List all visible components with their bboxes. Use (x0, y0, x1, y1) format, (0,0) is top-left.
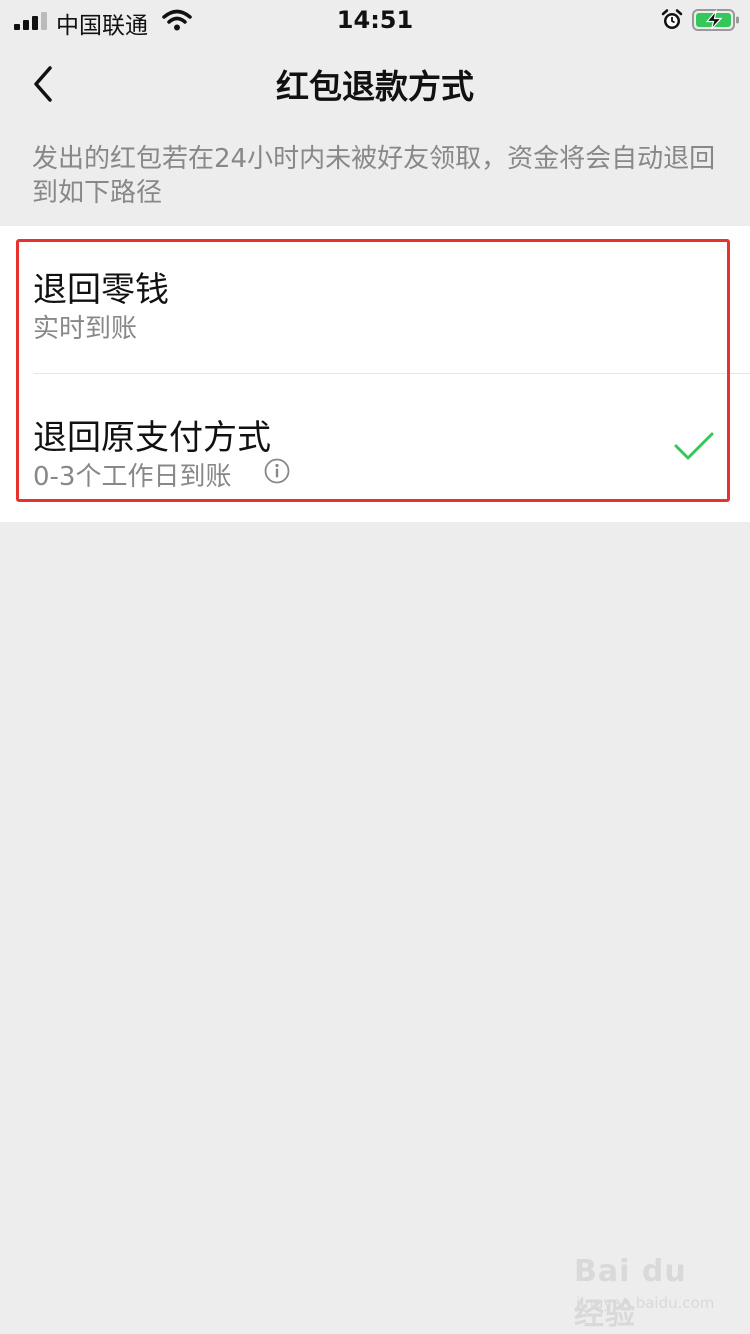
option-title: 退回零钱 (33, 270, 169, 310)
baidu-jingyan-watermark: Bai du 经验 jingyan.baidu.com (574, 1254, 715, 1332)
option-title: 退回原支付方式 (33, 418, 271, 458)
option-return-to-balance[interactable]: 退回零钱 实时到账 (0, 226, 750, 374)
battery-charging-icon (692, 8, 739, 31)
refund-description: 发出的红包若在24小时内未被好友领取，资金将会自动退回到如下路径 (32, 144, 716, 208)
info-icon[interactable] (264, 458, 290, 484)
option-return-to-original-payment[interactable]: 退回原支付方式 0-3个工作日到账 (0, 374, 750, 522)
option-subtitle: 0-3个工作日到账 (33, 462, 232, 492)
navigation-bar: 红包退款方式 (0, 44, 750, 128)
option-subtitle: 实时到账 (33, 314, 138, 344)
watermark-url: jingyan.baidu.com (576, 1294, 715, 1312)
selected-check-icon (674, 432, 714, 460)
status-time: 14:51 (336, 6, 414, 34)
refund-options-list: 退回零钱 实时到账 退回原支付方式 0-3个工作日到账 (0, 226, 750, 522)
page-title: 红包退款方式 (276, 67, 474, 106)
status-bar: 中国联通 14:51 (0, 0, 750, 44)
alarm-icon (661, 9, 683, 29)
